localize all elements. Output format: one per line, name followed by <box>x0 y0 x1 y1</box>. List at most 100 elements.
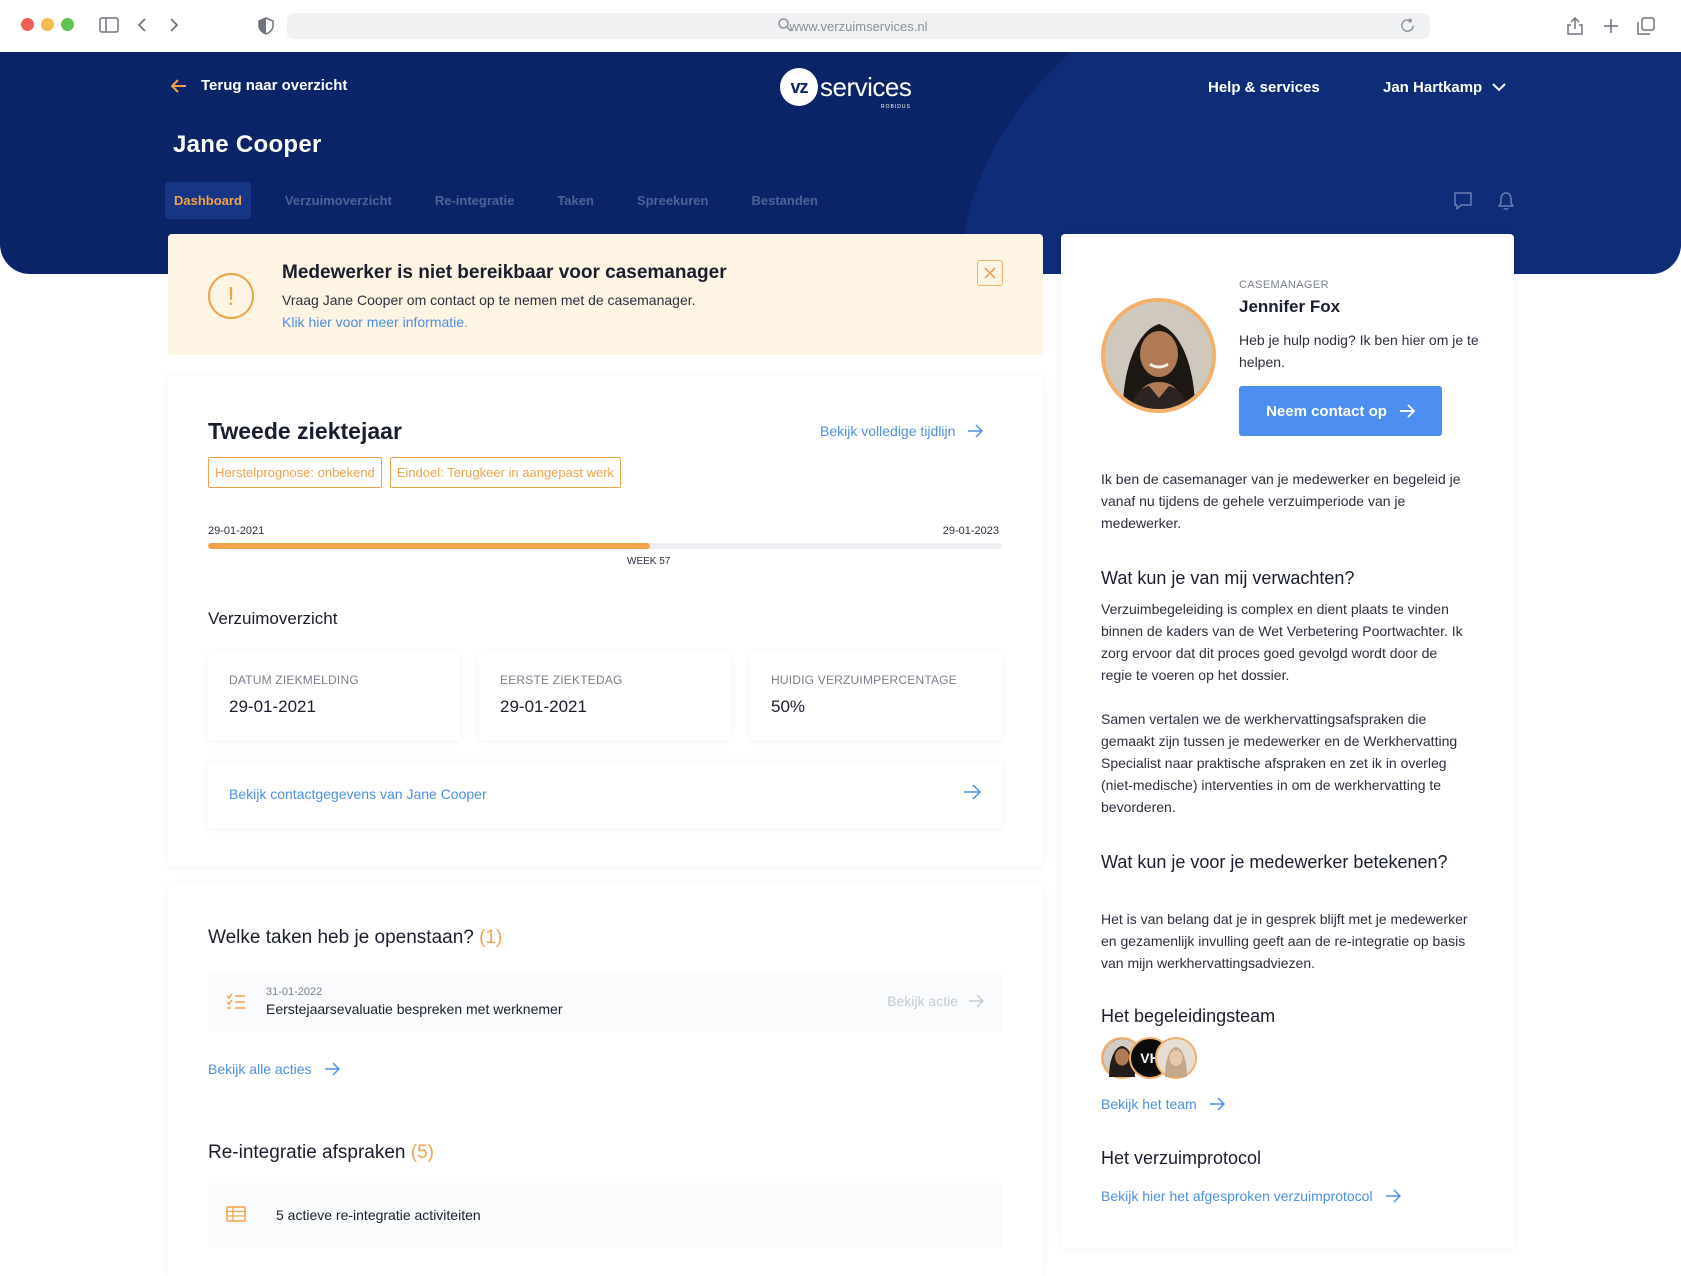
arrow-right-icon <box>968 424 984 438</box>
logo-text: services <box>820 71 912 102</box>
full-timeline-link[interactable]: Bekijk volledige tijdlijn <box>820 423 984 439</box>
logo-subtext: ROBIDUS <box>881 104 911 110</box>
status-tags: Herstelprognose: onbekend Eindoel: Terug… <box>208 457 622 488</box>
tab-taken[interactable]: Taken <box>548 182 603 219</box>
team-avatar <box>1155 1037 1197 1079</box>
logo-mark: vz <box>780 68 818 106</box>
checklist-icon <box>226 993 245 1009</box>
view-all-actions-link[interactable]: Bekijk alle acties <box>208 1061 340 1077</box>
bell-icon[interactable] <box>1496 191 1516 211</box>
arrow-right-icon <box>1209 1097 1225 1111</box>
table-icon <box>226 1206 246 1222</box>
recovery-prognosis-tag: Herstelprognose: onbekend <box>208 457 382 488</box>
back-nav-icon[interactable] <box>137 17 147 33</box>
employer-role-heading: Wat kun je voor je medewerker betekenen? <box>1101 852 1448 872</box>
sickness-year-title: Tweede ziektejaar <box>208 418 402 444</box>
timeline-progress-bar <box>208 543 1002 549</box>
arrow-right-icon <box>324 1062 340 1076</box>
contact-details-link[interactable]: Bekijk contactgegevens van Jane Cooper <box>229 786 487 802</box>
tab-re-integratie[interactable]: Re-integratie <box>426 182 523 219</box>
browser-chrome: www.verzuimservices.nl <box>0 0 1681 52</box>
back-to-overview-link[interactable]: Terug naar overzicht <box>171 77 347 94</box>
tab-dashboard[interactable]: Dashboard <box>165 182 251 219</box>
stat-value: 50% <box>771 697 806 716</box>
exclamation-icon: ! <box>208 273 254 319</box>
reintegration-label: Re-integratie afspraken <box>208 1142 406 1163</box>
close-icon <box>984 267 996 279</box>
contact-details-row[interactable]: Bekijk contactgegevens van Jane Cooper <box>208 762 1002 828</box>
tab-bar: Dashboard Verzuimoverzicht Re-integratie… <box>165 182 852 219</box>
full-timeline-label: Bekijk volledige tijdlijn <box>820 423 956 439</box>
task-row[interactable]: 31-01-2022 Eerstejaarsevaluatie bespreke… <box>208 972 1002 1032</box>
expectations-paragraph-1: Verzuimbegeleiding is complex en dient p… <box>1101 601 1463 683</box>
user-menu[interactable]: Jan Hartkamp <box>1383 79 1506 96</box>
share-icon[interactable] <box>1566 16 1584 36</box>
stat-value: 29-01-2021 <box>229 697 316 716</box>
view-action-link[interactable]: Bekijk actie <box>887 993 984 1009</box>
timeline-progress-fill <box>208 543 651 549</box>
task-date: 31-01-2022 <box>266 986 323 998</box>
stat-label: EERSTE ZIEKTEDAG <box>500 673 623 687</box>
timeline-start-date: 29-01-2021 <box>208 525 265 537</box>
current-week-label: WEEK 57 <box>627 556 671 567</box>
tab-bestanden[interactable]: Bestanden <box>742 182 826 219</box>
stat-absence-percentage: HUIDIG VERZUIMPERCENTAGE 50% <box>750 652 1002 740</box>
tab-overview-icon[interactable] <box>1637 17 1655 35</box>
timeline-end-date: 29-01-2023 <box>942 525 999 537</box>
view-team-link[interactable]: Bekijk het team <box>1101 1096 1225 1112</box>
tab-spreekuren[interactable]: Spreekuren <box>628 182 718 219</box>
tasks-card: Welke taken heb je openstaan? (1) 31-01-… <box>168 884 1043 1276</box>
vz-services-logo[interactable]: vz services ROBIDUS <box>780 68 912 110</box>
team-avatars[interactable]: VH <box>1101 1037 1197 1081</box>
address-bar[interactable]: www.verzuimservices.nl <box>287 13 1430 39</box>
tab-verzuimoverzicht[interactable]: Verzuimoverzicht <box>276 182 401 219</box>
reintegration-row[interactable]: 5 actieve re-integratie activiteiten <box>208 1183 1002 1247</box>
sidebar-toggle-icon[interactable] <box>99 17 119 33</box>
protocol-link-label: Bekijk hier het afgesproken verzuimproto… <box>1101 1188 1373 1204</box>
stat-first-sick-day: EERSTE ZIEKTEDAG 29-01-2021 <box>479 652 731 740</box>
casemanager-intro: Ik ben de casemanager van je medewerker … <box>1101 471 1461 531</box>
team-heading: Het begeleidingsteam <box>1101 1006 1276 1026</box>
absence-stats: DATUM ZIEKMELDING 29-01-2021 EERSTE ZIEK… <box>208 652 1002 740</box>
help-services-link[interactable]: Help & services <box>1208 79 1320 96</box>
shield-icon[interactable] <box>258 17 274 35</box>
arrow-right-icon <box>1385 1189 1401 1203</box>
minimize-window-button[interactable] <box>41 18 54 31</box>
new-tab-icon[interactable] <box>1603 18 1619 34</box>
close-window-button[interactable] <box>21 18 34 31</box>
task-text: Eerstejaarsevaluatie bespreken met werkn… <box>266 1001 563 1017</box>
view-all-actions-label: Bekijk alle acties <box>208 1061 312 1077</box>
casemanager-help-text: Heb je hulp nodig? Ik ben hier om je te … <box>1239 332 1479 370</box>
url-text: www.verzuimservices.nl <box>789 19 928 34</box>
person-icon <box>1157 1039 1195 1077</box>
absence-overview-subtitle: Verzuimoverzicht <box>208 609 338 628</box>
end-goal-tag: Eindoel: Terugkeer in aangepast werk <box>389 457 622 488</box>
arrow-left-icon <box>171 78 186 93</box>
alert-more-info-link[interactable]: Klik hier voor meer informatie. <box>282 314 468 330</box>
reintegration-text: 5 actieve re-integratie activiteiten <box>276 1207 481 1223</box>
stat-value: 29-01-2021 <box>500 697 587 716</box>
stat-label: HUIDIG VERZUIMPERCENTAGE <box>771 673 957 687</box>
alert-text: Vraag Jane Cooper om contact op te nemen… <box>282 292 696 308</box>
open-tasks-title: Welke taken heb je openstaan? (1) <box>208 927 502 949</box>
alert-close-button[interactable] <box>977 260 1003 286</box>
forward-nav-icon[interactable] <box>169 17 179 33</box>
back-label: Terug naar overzicht <box>201 77 348 94</box>
protocol-heading: Het verzuimprotocol <box>1101 1148 1262 1168</box>
chat-icon[interactable] <box>1453 191 1473 211</box>
reintegration-title: Re-integratie afspraken (5) <box>208 1142 434 1164</box>
open-tasks-label: Welke taken heb je openstaan? <box>208 927 474 948</box>
protocol-link[interactable]: Bekijk hier het afgesproken verzuimproto… <box>1101 1188 1401 1204</box>
view-action-label: Bekijk actie <box>887 993 958 1009</box>
employer-role-paragraph: Het is van belang dat je in gesprek blij… <box>1101 911 1468 971</box>
casemanager-label: CASEMANAGER <box>1239 279 1329 291</box>
maximize-window-button[interactable] <box>61 18 74 31</box>
arrow-right-icon <box>964 784 982 800</box>
reload-icon[interactable] <box>1399 17 1416 34</box>
casemanager-panel: CASEMANAGER Jennifer Fox Heb je hulp nod… <box>1061 234 1514 1248</box>
alert-title: Medewerker is niet bereikbaar voor casem… <box>282 262 727 283</box>
contact-casemanager-button[interactable]: Neem contact op <box>1239 386 1442 436</box>
reintegration-count: (5) <box>410 1142 435 1163</box>
casemanager-name: Jennifer Fox <box>1239 297 1341 316</box>
expectations-paragraph-2: Samen vertalen we de werkhervattingsafsp… <box>1101 711 1458 815</box>
